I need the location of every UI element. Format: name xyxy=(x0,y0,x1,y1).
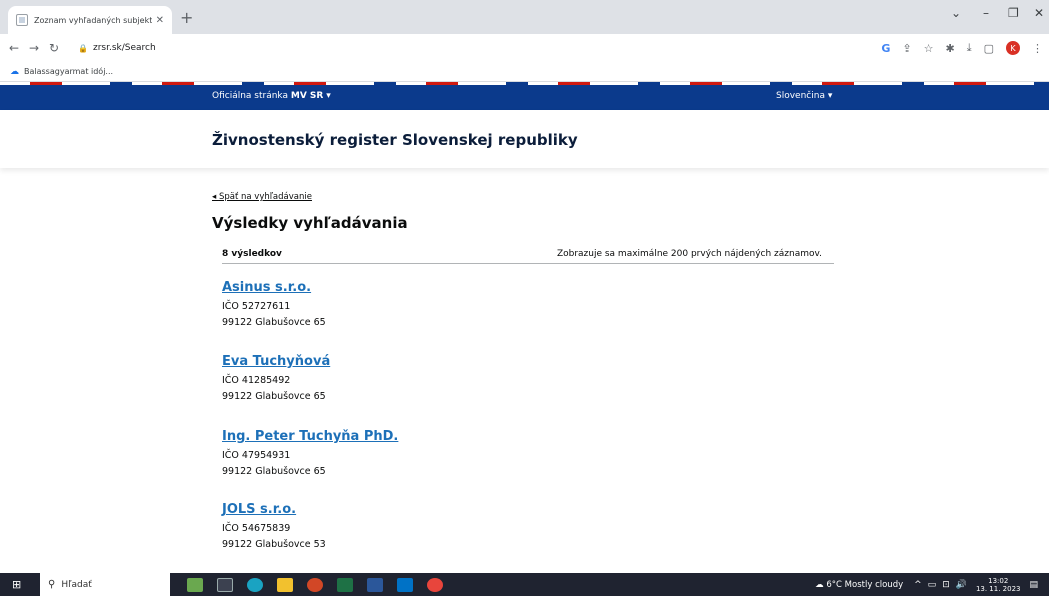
restore-icon[interactable]: ❐ xyxy=(1008,6,1019,20)
result-ico: IČO 52727611 xyxy=(222,301,291,312)
chevron-up-icon[interactable]: ^ xyxy=(914,580,922,590)
back-arrow-icon[interactable]: ← xyxy=(4,41,24,55)
side-panel-icon[interactable]: ▢ xyxy=(984,42,994,55)
result-name-link[interactable]: Eva Tuchyňová xyxy=(222,354,330,369)
weather-text: 6°C Mostly cloudy xyxy=(826,579,904,590)
result-name-link[interactable]: Ing. Peter Tuchyňa PhD. xyxy=(222,429,398,444)
results-summary-bar: 8 výsledkov Zobrazuje sa maximálne 200 p… xyxy=(222,248,834,264)
page-title: Výsledky vyhľadávania xyxy=(212,214,408,232)
result-item: Ing. Peter Tuchyňa PhD. IČO 47954931 991… xyxy=(222,429,398,480)
bookmark-item[interactable]: Balassagyarmat idój... xyxy=(24,67,113,76)
outlook-icon[interactable] xyxy=(397,577,413,592)
clock[interactable]: 13:02 13. 11. 2023 xyxy=(976,577,1021,593)
result-limit-note: Zobrazuje sa maximálne 200 prvých nájden… xyxy=(556,249,822,259)
result-ico: IČO 47954931 xyxy=(222,450,291,461)
browser-toolbar: ← → ↻ 🔒 zrsr.sk/Search G ⇪ ☆ ✱ ⤓ ▢ K ⋮ xyxy=(0,34,1049,62)
result-item: Eva Tuchyňová IČO 41285492 99122 Glabušo… xyxy=(222,354,330,405)
extensions-icon[interactable]: ✱ xyxy=(946,42,955,55)
forward-arrow-icon[interactable]: → xyxy=(24,41,44,55)
taskbar-search-label: Hľadať xyxy=(61,579,92,590)
share-icon[interactable]: ⇪ xyxy=(902,42,911,55)
back-to-search-link[interactable]: ◂ Späť na vyhľadávanie xyxy=(212,192,312,202)
site-header: Živnostenský register Slovenskej republi… xyxy=(0,110,1049,168)
excel-icon[interactable] xyxy=(337,577,353,592)
result-ico: IČO 54675839 xyxy=(222,523,291,534)
battery-icon[interactable]: ▭ xyxy=(928,580,937,590)
site-title[interactable]: Živnostenský register Slovenskej republi… xyxy=(212,131,578,149)
gov-header-bar: Oficiálna stránka MV SR ▾ Slovenčina ▾ xyxy=(0,82,1049,110)
file-explorer-icon[interactable] xyxy=(277,577,293,592)
result-address: 99122 Glabušovce 65 xyxy=(222,391,326,402)
system-tray: ☁ 6°C Mostly cloudy ^ ▭ ⊡ 🔊 13:02 13. 11… xyxy=(815,573,1041,596)
address-bar[interactable]: 🔒 zrsr.sk/Search xyxy=(78,39,878,57)
tab-search-icon[interactable]: ⌄ xyxy=(951,6,961,20)
language-dropdown[interactable]: Slovenčina ▾ xyxy=(776,91,832,101)
browser-tab[interactable]: Zoznam vyhľadaných subjektov ✕ xyxy=(8,6,172,34)
taskbar-apps xyxy=(180,576,450,593)
clock-time: 13:02 xyxy=(988,576,1009,585)
result-count: 8 výsledkov xyxy=(222,249,282,259)
url-text: zrsr.sk/Search xyxy=(92,43,156,53)
official-site-dropdown[interactable]: Oficiálna stránka MV SR ▾ xyxy=(212,91,331,101)
widgets-icon[interactable] xyxy=(187,577,203,592)
result-ico: IČO 41285492 xyxy=(222,375,291,386)
result-item: JOLS s.r.o. IČO 54675839 99122 Glabušovc… xyxy=(222,502,326,553)
reload-icon[interactable]: ↻ xyxy=(44,41,64,55)
bookmarks-bar: ☁ Balassagyarmat idój... xyxy=(0,62,1049,82)
back-link-label: Späť na vyhľadávanie xyxy=(218,192,312,202)
windows-start-icon[interactable]: ⊞ xyxy=(12,578,21,591)
result-address: 99122 Glabušovce 65 xyxy=(222,317,326,328)
result-address: 99122 Glabušovce 65 xyxy=(222,466,326,477)
search-icon: ⚲ xyxy=(48,579,56,590)
minimize-icon[interactable]: – xyxy=(983,6,989,20)
caret-left-icon: ◂ xyxy=(212,192,219,202)
lock-icon: 🔒 xyxy=(78,43,88,53)
page-favicon-icon xyxy=(16,14,28,26)
weather-widget[interactable]: ☁ 6°C Mostly cloudy xyxy=(815,580,903,590)
profile-avatar[interactable]: K xyxy=(1006,41,1020,55)
weather-bookmark-icon: ☁ xyxy=(10,66,19,77)
bookmark-star-icon[interactable]: ☆ xyxy=(924,42,934,55)
volume-icon[interactable]: 🔊 xyxy=(956,580,967,590)
edge-icon[interactable] xyxy=(247,577,263,592)
notifications-icon[interactable]: ▤ xyxy=(1029,580,1038,590)
powerpoint-icon[interactable] xyxy=(307,577,323,592)
google-icon[interactable]: G xyxy=(881,42,890,55)
flag-stripes xyxy=(0,82,1049,85)
result-name-link[interactable]: Asinus s.r.o. xyxy=(222,280,326,295)
result-name-link[interactable]: JOLS s.r.o. xyxy=(222,502,326,517)
close-window-icon[interactable]: ✕ xyxy=(1034,6,1044,20)
close-tab-icon[interactable]: ✕ xyxy=(156,15,164,26)
clock-date: 13. 11. 2023 xyxy=(975,584,1021,593)
taskbar-search[interactable]: ⚲ Hľadať xyxy=(40,573,170,596)
word-icon[interactable] xyxy=(367,577,383,592)
new-tab-icon[interactable]: + xyxy=(180,8,193,27)
official-mvsr: MV SR xyxy=(290,91,324,101)
download-icon[interactable]: ⤓ xyxy=(967,41,972,55)
result-address: 99122 Glabušovce 53 xyxy=(222,539,326,550)
tab-title: Zoznam vyhľadaných subjektov xyxy=(34,15,152,25)
windows-taskbar: ⊞ ⚲ Hľadať ☁ 6°C Mostly cloudy ^ ▭ ⊡ 🔊 1… xyxy=(0,573,1049,596)
result-item: Asinus s.r.o. IČO 52727611 99122 Glabušo… xyxy=(222,280,326,331)
menu-dots-icon[interactable]: ⋮ xyxy=(1032,42,1043,55)
chevron-down-icon: ▾ xyxy=(827,91,833,101)
chrome-icon[interactable] xyxy=(427,577,443,592)
official-prefix: Oficiálna stránka xyxy=(212,91,291,101)
chevron-down-icon: ▾ xyxy=(326,91,331,101)
language-label: Slovenčina xyxy=(776,91,825,101)
task-view-icon[interactable] xyxy=(217,577,233,592)
browser-tab-strip: Zoznam vyhľadaných subjektov ✕ + ⌄ – ❐ ✕ xyxy=(0,0,1049,34)
network-icon[interactable]: ⊡ xyxy=(942,580,950,590)
toolbar-icons: G ⇪ ☆ ✱ ⤓ ▢ K ⋮ xyxy=(875,39,1049,57)
cloud-icon: ☁ xyxy=(815,579,824,590)
